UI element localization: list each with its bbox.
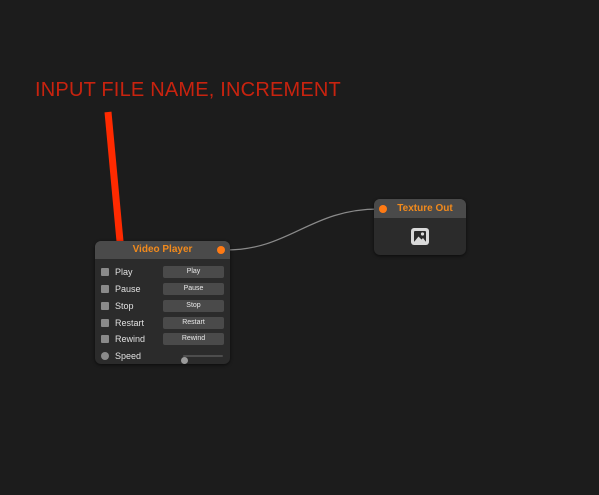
- output-port[interactable]: [217, 246, 225, 254]
- speed-slider[interactable]: [181, 355, 223, 364]
- texture-out-node[interactable]: Texture Out: [374, 199, 466, 255]
- input-port[interactable]: [379, 205, 387, 213]
- stop-button[interactable]: Stop: [163, 300, 224, 312]
- restart-row: Restart Restart: [95, 317, 230, 331]
- speed-label: Speed: [115, 351, 142, 361]
- rewind-label: Rewind: [115, 334, 146, 344]
- speed-row: Speed: [95, 350, 230, 364]
- connection-wire[interactable]: [225, 208, 380, 251]
- rewind-trigger-checkbox[interactable]: [101, 335, 109, 343]
- pause-button[interactable]: Pause: [163, 283, 224, 295]
- stop-label: Stop: [115, 301, 134, 311]
- node-title: Texture Out: [397, 203, 453, 214]
- restart-trigger-checkbox[interactable]: [101, 319, 109, 327]
- video-player-header[interactable]: Video Player: [95, 241, 230, 259]
- stop-row: Stop Stop: [95, 300, 230, 314]
- texture-out-header[interactable]: Texture Out: [374, 199, 466, 218]
- play-trigger-checkbox[interactable]: [101, 268, 109, 276]
- restart-label: Restart: [115, 318, 145, 328]
- play-row: Play Play: [95, 266, 230, 280]
- pause-trigger-checkbox[interactable]: [101, 285, 109, 293]
- wire-layer: [104, 111, 380, 253]
- rewind-row: Rewind Rewind: [95, 333, 230, 347]
- annotation-arrow: [104, 111, 125, 253]
- play-button[interactable]: Play: [163, 266, 224, 278]
- pause-row: Pause Pause: [95, 283, 230, 297]
- node-title: Video Player: [132, 244, 193, 255]
- play-label: Play: [115, 267, 133, 277]
- pause-label: Pause: [115, 284, 141, 294]
- rewind-button[interactable]: Rewind: [163, 333, 224, 345]
- video-player-node[interactable]: Video Player Play Play Pause Pause Stop …: [95, 241, 230, 364]
- restart-button[interactable]: Restart: [163, 317, 224, 329]
- node-graph-canvas[interactable]: INPUT FILE NAME, INCREMENT Video Player …: [0, 0, 599, 495]
- speed-slider-thumb[interactable]: [181, 357, 188, 364]
- speed-input-port[interactable]: [101, 352, 109, 360]
- image-icon: [411, 228, 429, 245]
- stop-trigger-checkbox[interactable]: [101, 302, 109, 310]
- annotation-label: INPUT FILE NAME, INCREMENT: [35, 79, 341, 101]
